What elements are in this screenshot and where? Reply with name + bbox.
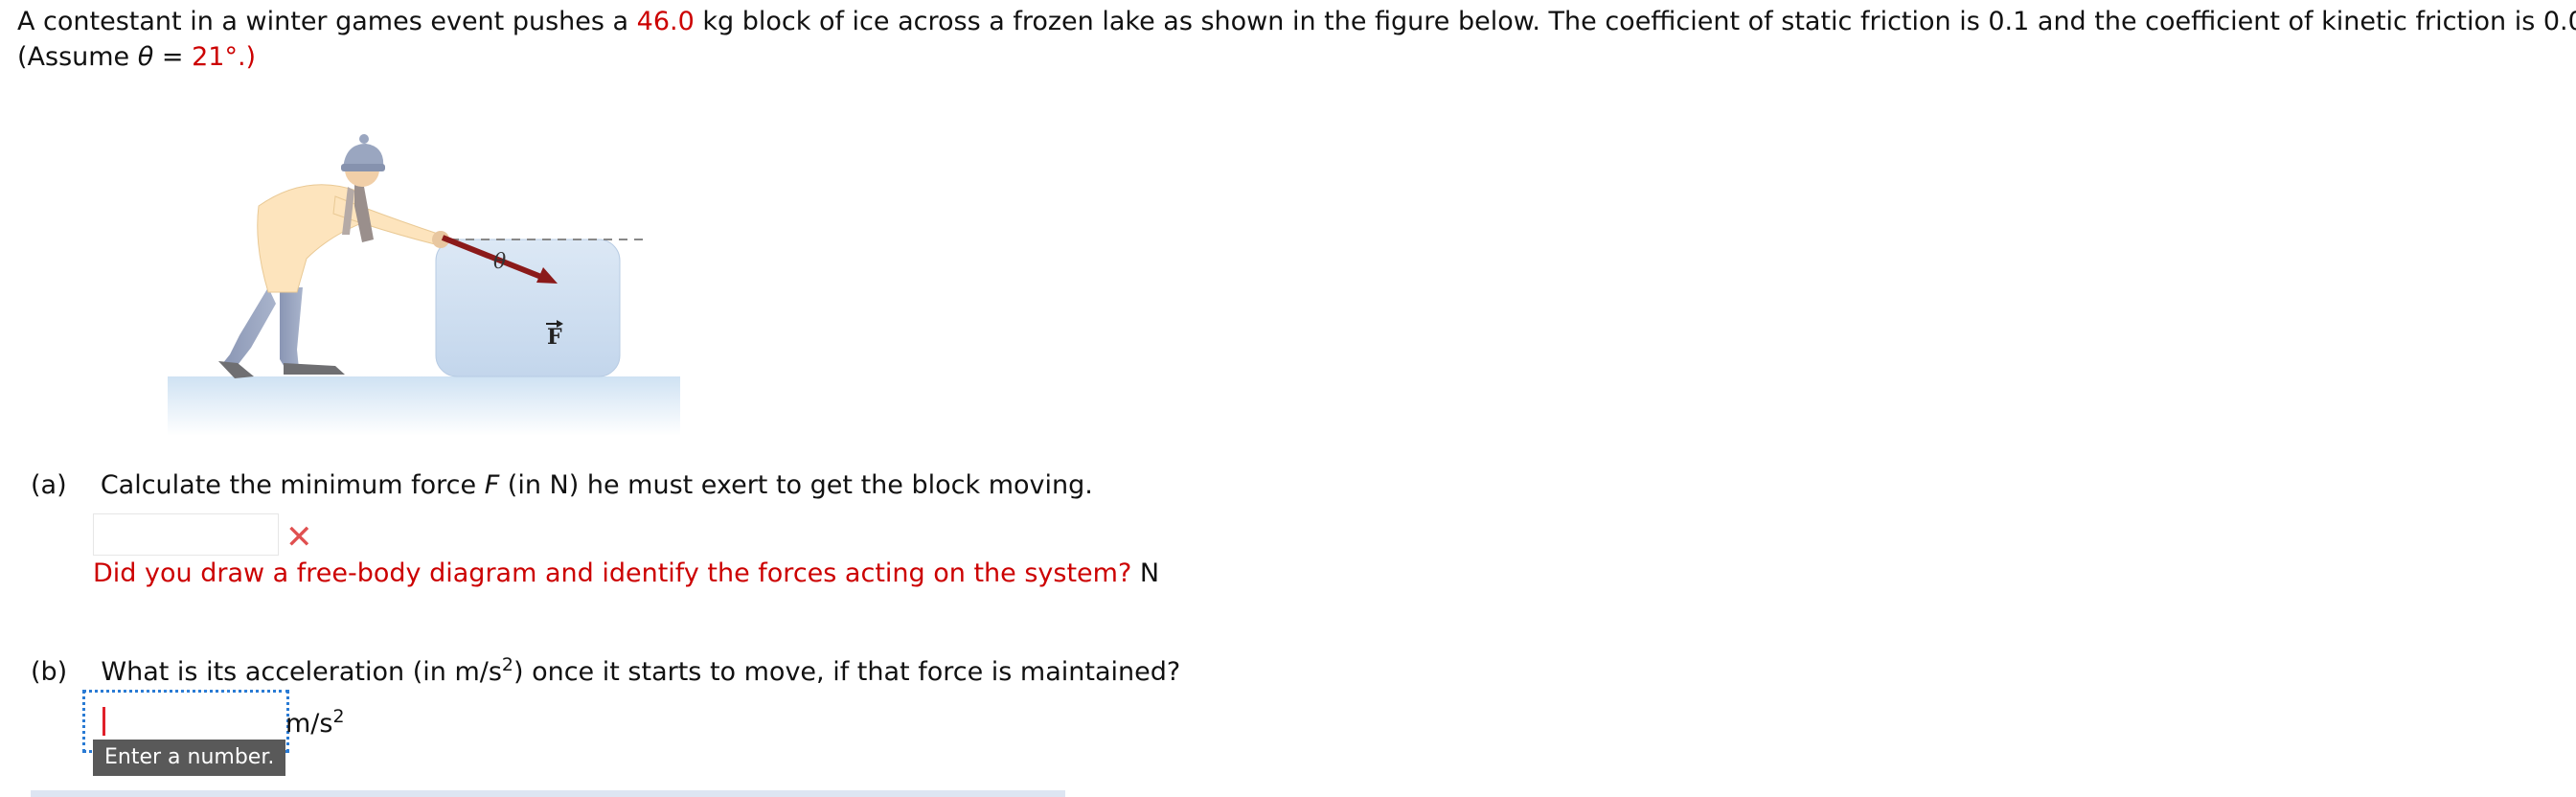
incorrect-x-icon: ✕ (285, 518, 313, 557)
hint-message: Did you draw a free-body diagram and ide… (93, 558, 1132, 588)
part-a-unit: N (1139, 558, 1160, 588)
angle-value: 21 (192, 42, 225, 72)
frozen-lake-surface (168, 376, 680, 436)
part-a-letter: (a) (31, 470, 67, 500)
input-tooltip: Enter a number. (93, 740, 286, 776)
problem-figure: θ F (168, 134, 680, 436)
part-b-unit: m/s2 (285, 706, 345, 739)
part-a-answer-input[interactable] (93, 513, 279, 556)
theta-label: θ (493, 250, 506, 274)
part-b-letter: (b) (31, 657, 68, 687)
problem-statement: A contestant in a winter games event pus… (17, 4, 2576, 75)
problem-line-2: (Assume θ = 21°.) (17, 42, 257, 72)
text-cursor (103, 707, 105, 736)
part-a-feedback: Did you draw a free-body diagram and ide… (93, 556, 1159, 591)
ice-block (435, 239, 621, 377)
section-divider (31, 790, 1065, 797)
force-label: F (547, 325, 562, 350)
contestant-figure (218, 134, 449, 378)
part-a-question: (a) Calculate the minimum force F (in N)… (31, 470, 1093, 500)
mass-value: 46.0 (636, 7, 695, 36)
theta-symbol: θ (137, 42, 154, 72)
problem-line-1: A contestant in a winter games event pus… (17, 7, 2576, 36)
part-b-question: (b) What is its acceleration (in m/s2) o… (31, 654, 1181, 687)
